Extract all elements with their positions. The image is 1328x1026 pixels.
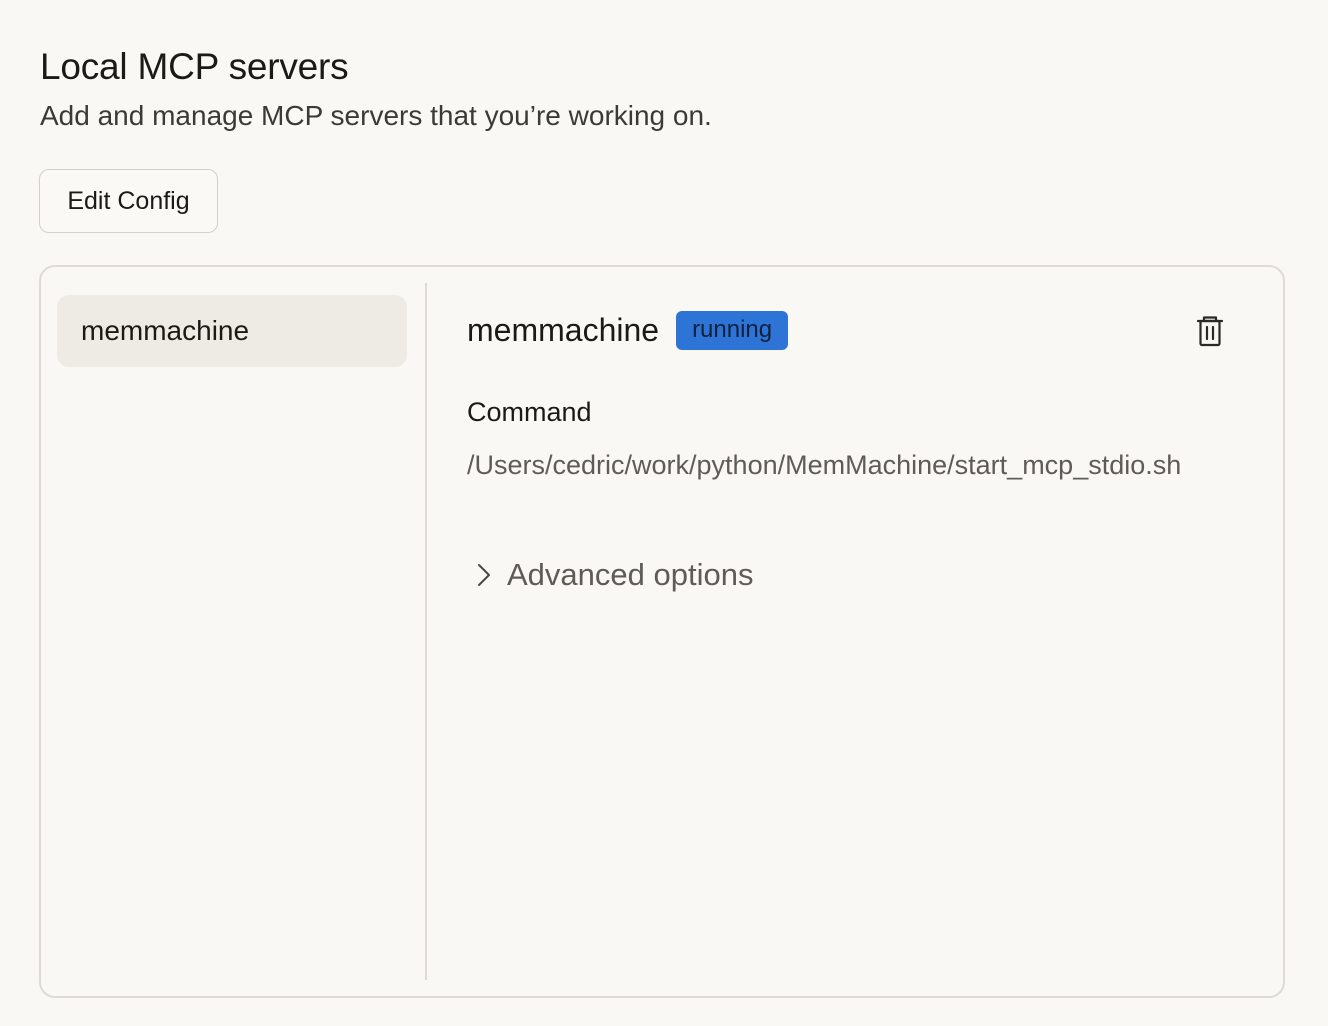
mcp-settings-page: Local MCP servers Add and manage MCP ser… xyxy=(0,0,1328,1026)
command-value: /Users/cedric/work/python/MemMachine/sta… xyxy=(467,450,1182,480)
server-detail-header: memmachine running xyxy=(467,311,789,350)
server-list-item-label: memmachine xyxy=(81,315,250,346)
status-badge: running xyxy=(676,311,789,350)
server-list-item-memmachine[interactable]: memmachine xyxy=(57,295,407,367)
edit-config-button[interactable]: Edit Config xyxy=(39,169,218,233)
trash-icon[interactable] xyxy=(1195,315,1225,349)
chevron-right-icon xyxy=(478,564,490,586)
page-subtitle: Add and manage MCP servers that you’re w… xyxy=(40,100,712,131)
server-name: memmachine xyxy=(467,312,660,348)
page-title: Local MCP servers xyxy=(40,46,349,87)
server-detail: memmachine running Command /Users/cedric… xyxy=(467,267,1283,996)
panel-divider xyxy=(425,283,427,980)
command-label: Command xyxy=(467,397,592,427)
server-list: memmachine xyxy=(41,267,425,996)
servers-panel: memmachine memmachine running Command /U… xyxy=(39,265,1285,998)
advanced-options-toggle[interactable]: Advanced options xyxy=(467,557,753,593)
advanced-options-label: Advanced options xyxy=(507,557,754,592)
